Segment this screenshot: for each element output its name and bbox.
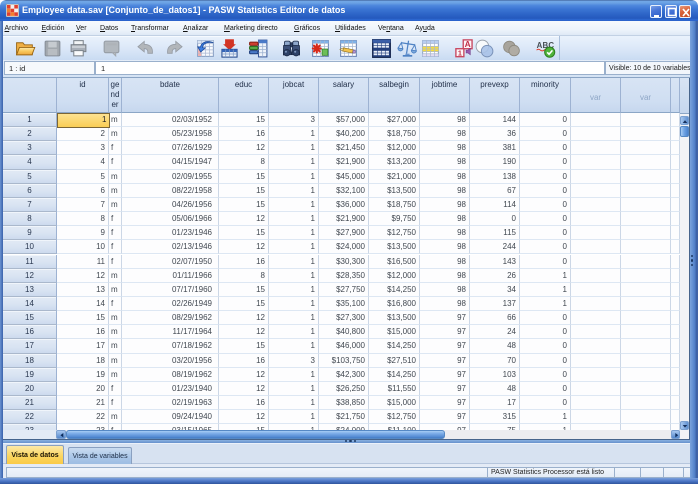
svg-text:A: A	[464, 39, 470, 49]
svg-text:1: 1	[457, 48, 461, 57]
